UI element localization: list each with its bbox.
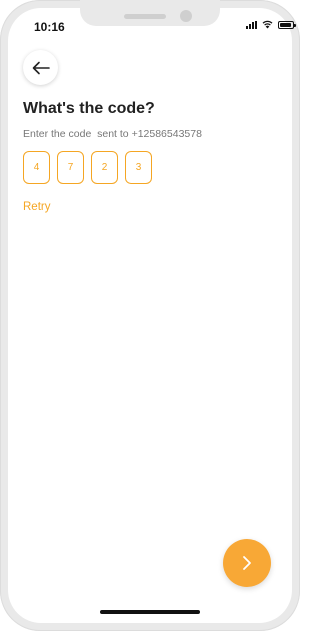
battery-icon [278, 20, 296, 29]
camera [180, 10, 192, 22]
retry-link[interactable]: Retry [23, 201, 50, 213]
page-title: What's the code? [23, 100, 155, 117]
code-digit-input[interactable]: 4 [23, 151, 50, 184]
home-indicator [100, 610, 200, 614]
code-digit-input[interactable]: 2 [91, 151, 118, 184]
code-input-row: 4 7 2 3 [23, 151, 152, 184]
status-time: 10:16 [34, 20, 65, 34]
wifi-icon [262, 20, 273, 29]
status-icons [246, 20, 296, 29]
code-digit-input[interactable]: 3 [125, 151, 152, 184]
back-button[interactable] [23, 50, 58, 85]
code-digit-input[interactable]: 7 [57, 151, 84, 184]
speaker [124, 14, 166, 19]
signal-icon [246, 20, 257, 29]
code-sent-subtitle: Enter the code sent to +12586543578 [23, 128, 202, 140]
chevron-right-icon [243, 556, 251, 570]
next-button[interactable] [223, 539, 271, 587]
arrow-left-icon [32, 61, 50, 74]
notch [80, 0, 220, 26]
